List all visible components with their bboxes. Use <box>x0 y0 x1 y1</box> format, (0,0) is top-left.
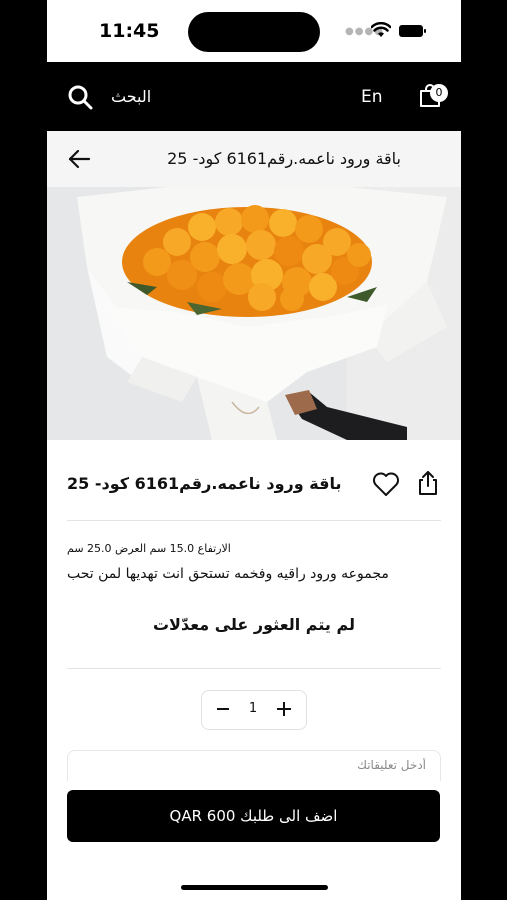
share-icon[interactable] <box>417 470 439 496</box>
dynamic-island <box>188 12 320 52</box>
home-indicator <box>181 885 328 890</box>
search-icon[interactable] <box>67 84 93 110</box>
app-screen: 11:45 ●●●● البحث En 0 باقة ورود ناعمه.رق… <box>47 0 461 900</box>
product-title: باقة ورود ناعمه.رقم6161 كود- 25 <box>67 474 342 493</box>
page-header: باقة ورود ناعمه.رقم6161 كود- 25 <box>47 131 461 187</box>
decrease-quantity-button[interactable] <box>212 697 234 721</box>
comments-input[interactable] <box>124 757 428 773</box>
divider <box>67 520 441 521</box>
top-nav: البحث En <box>47 62 461 131</box>
page-title: باقة ورود ناعمه.رقم6161 كود- 25 <box>167 149 401 168</box>
wifi-icon <box>371 22 391 37</box>
product-image <box>47 187 461 440</box>
status-time: 11:45 <box>99 20 160 42</box>
comments-box <box>67 750 441 781</box>
cart-badge: 0 <box>430 84 448 102</box>
quantity-value: 1 <box>248 701 258 716</box>
add-to-order-button[interactable]: اضف الى طلبك QAR 600 <box>67 790 440 842</box>
bouquet-image <box>47 187 461 440</box>
status-bar: 11:45 ●●●● <box>47 0 461 62</box>
no-ratings-message: لم يتم العثور على معدّلات <box>152 615 356 634</box>
product-description: مجموعه ورود راقيه وفخمه تستحق انت تهديها… <box>67 566 389 582</box>
heart-icon[interactable] <box>372 471 400 497</box>
search-label[interactable]: البحث <box>111 87 151 106</box>
quantity-stepper: 1 <box>201 690 307 730</box>
battery-icon <box>399 25 426 37</box>
back-arrow-icon[interactable] <box>67 147 91 171</box>
language-toggle[interactable]: En <box>361 87 383 107</box>
increase-quantity-button[interactable] <box>272 697 296 721</box>
product-dimensions: الارتفاع 15.0 سم العرض 25.0 سم <box>67 542 231 555</box>
divider <box>67 668 441 669</box>
